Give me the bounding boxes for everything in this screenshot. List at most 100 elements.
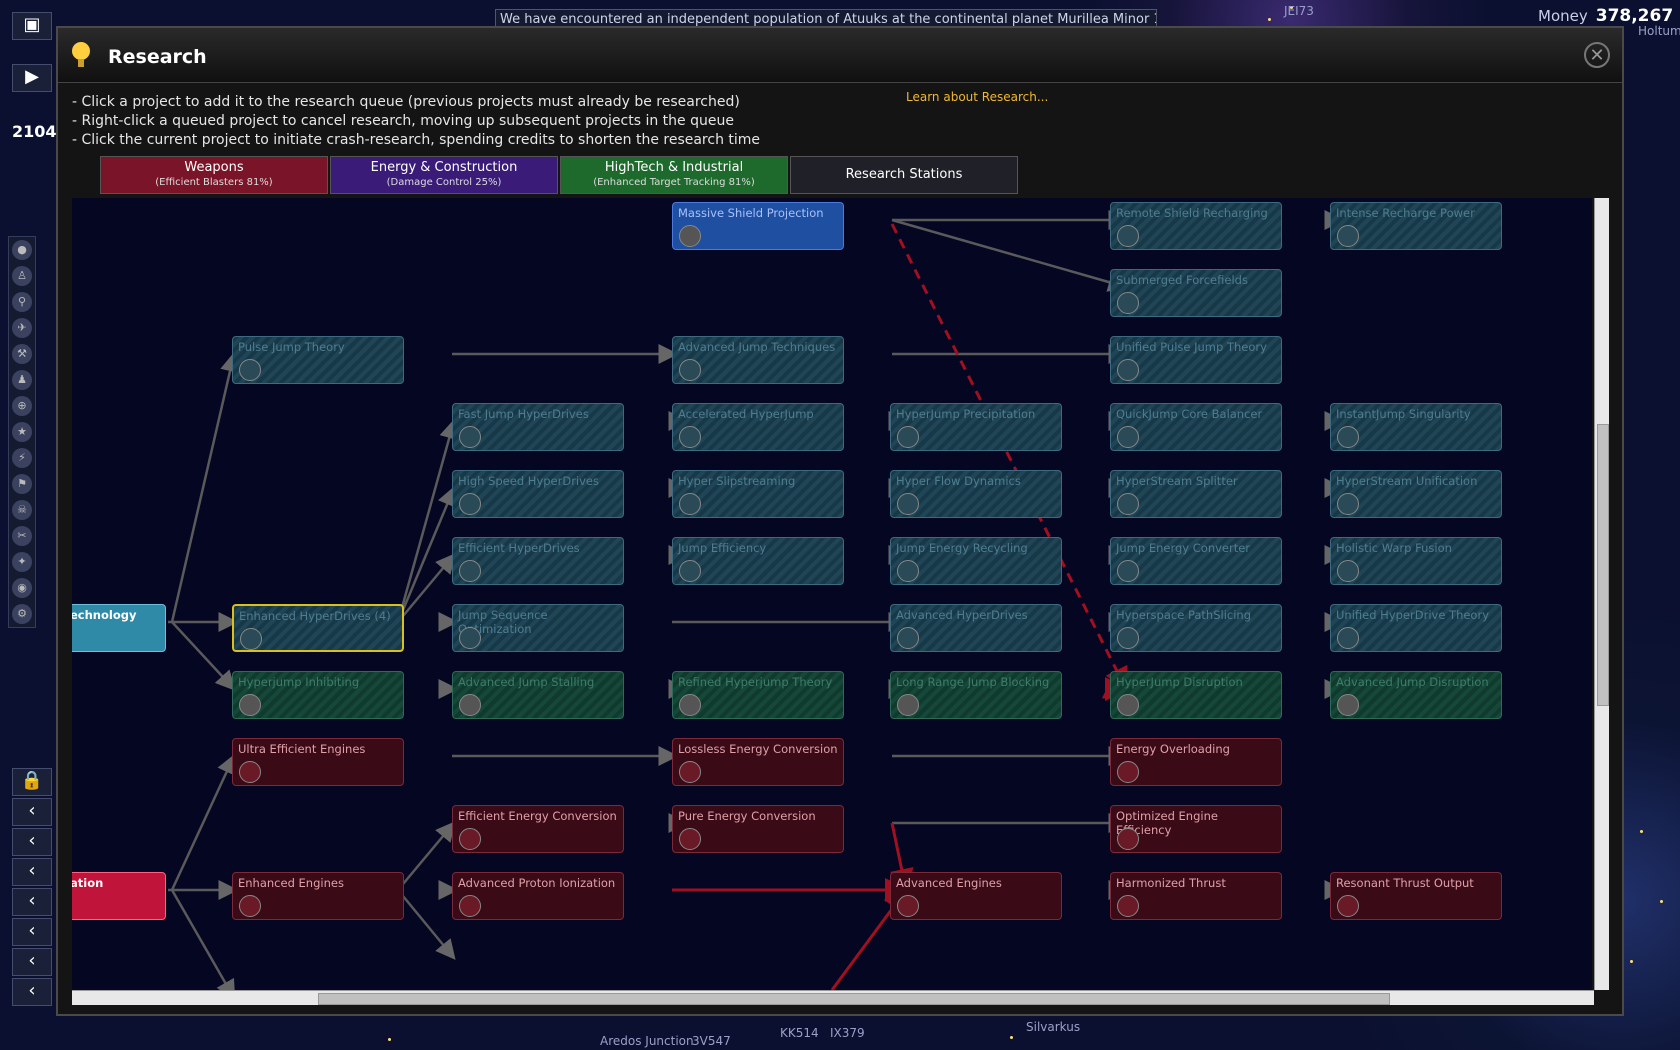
research-node[interactable]: Ultra Efficient Engines xyxy=(232,738,404,786)
research-node[interactable]: Hyperjump Inhibiting xyxy=(232,671,404,719)
close-button[interactable]: ✕ xyxy=(1584,42,1610,68)
collapse-button[interactable]: ‹ xyxy=(12,948,52,976)
research-node[interactable]: HyperStream Unification xyxy=(1330,470,1502,518)
research-node[interactable]: Efficient HyperDrives xyxy=(452,537,624,585)
instruction-line: - Click a project to add it to the resea… xyxy=(72,94,740,110)
research-node[interactable]: Advanced Engines xyxy=(890,872,1062,920)
research-node[interactable]: Hyper Flow Dynamics xyxy=(890,470,1062,518)
research-node[interactable]: QuickJump Core Balancer xyxy=(1110,403,1282,451)
research-node[interactable]: Enhanced HyperDrives (4) xyxy=(232,604,404,652)
research-node[interactable]: Intense Recharge Power xyxy=(1330,202,1502,250)
collapse-button[interactable]: ‹ xyxy=(12,858,52,886)
collapse-button[interactable]: ‹ xyxy=(12,798,52,826)
horizontal-scrollbar[interactable] xyxy=(72,990,1594,1005)
research-node[interactable]: High Speed HyperDrives xyxy=(452,470,624,518)
tech-icon xyxy=(239,761,261,783)
target-icon[interactable]: ⊕ xyxy=(12,396,32,416)
scroll-thumb[interactable] xyxy=(318,993,1390,1005)
research-node[interactable]: Remote Shield Recharging xyxy=(1110,202,1282,250)
play-button[interactable]: ▶ xyxy=(12,64,52,92)
research-node[interactable]: Efficient Energy Conversion xyxy=(452,805,624,853)
tech-icon xyxy=(1117,493,1139,515)
research-node[interactable]: Long Range Jump Blocking xyxy=(890,671,1062,719)
research-node-label: Intense Recharge Power xyxy=(1336,206,1475,220)
research-node[interactable]: Massive Shield Projection xyxy=(672,202,844,250)
tools-icon[interactable]: ✂ xyxy=(12,526,32,546)
research-node-label: HyperStream Unification xyxy=(1336,474,1478,488)
research-node[interactable]: Holistic Warp Fusion xyxy=(1330,537,1502,585)
system-label[interactable]: IX379 xyxy=(830,1026,865,1040)
collapse-button[interactable]: ‹ xyxy=(12,888,52,916)
research-node[interactable]: HyperJump Disruption xyxy=(1110,671,1282,719)
research-node[interactable]: Lossless Energy Conversion xyxy=(672,738,844,786)
research-node[interactable]: Resonant Thrust Output xyxy=(1330,872,1502,920)
star xyxy=(1660,900,1663,903)
system-label[interactable]: Aredos Junction xyxy=(600,1034,694,1048)
collapse-button[interactable]: ‹ xyxy=(12,978,52,1006)
tech-icon xyxy=(897,694,919,716)
eye-icon[interactable]: ◉ xyxy=(12,578,32,598)
planet-icon[interactable]: ● xyxy=(12,240,32,260)
research-node[interactable]: Advanced Jump Disruption xyxy=(1330,671,1502,719)
research-node[interactable]: Jump Sequence Optimization xyxy=(452,604,624,652)
research-node[interactable]: Advanced HyperDrives xyxy=(890,604,1062,652)
research-node[interactable]: Advanced Proton Ionization xyxy=(452,872,624,920)
tab-weapons[interactable]: Weapons (Efficient Blasters 81%) xyxy=(100,156,328,194)
lock-button[interactable]: 🔒 xyxy=(12,768,52,796)
collapse-button[interactable]: ‹ xyxy=(12,828,52,856)
research-node[interactable]: Harmonized Thrust xyxy=(1110,872,1282,920)
research-node[interactable]: ation xyxy=(72,872,166,920)
person-icon[interactable]: ♙ xyxy=(12,266,32,286)
research-node[interactable]: Jump Energy Recycling xyxy=(890,537,1062,585)
research-node[interactable]: Refined Hyperjump Theory xyxy=(672,671,844,719)
collapse-button[interactable]: ‹ xyxy=(12,918,52,946)
system-label[interactable]: 3V547 xyxy=(692,1034,731,1048)
research-node[interactable]: Accelerated HyperJump xyxy=(672,403,844,451)
research-node[interactable]: Pulse Jump Theory xyxy=(232,336,404,384)
research-node[interactable]: Advanced Jump Techniques xyxy=(672,336,844,384)
research-node[interactable]: Unified Pulse Jump Theory xyxy=(1110,336,1282,384)
research-node[interactable]: HyperStream Splitter xyxy=(1110,470,1282,518)
research-node[interactable]: InstantJump Singularity xyxy=(1330,403,1502,451)
research-node[interactable]: Enhanced Engines xyxy=(232,872,404,920)
research-node[interactable]: HyperJump Precipitation xyxy=(890,403,1062,451)
tab-energy-construction[interactable]: Energy & Construction (Damage Control 25… xyxy=(330,156,558,194)
tab-hightech-industrial[interactable]: HighTech & Industrial (Enhanced Target T… xyxy=(560,156,788,194)
research-node[interactable]: Advanced Jump Stalling xyxy=(452,671,624,719)
agent-icon[interactable]: ♟ xyxy=(12,370,32,390)
research-node[interactable]: Jump Energy Converter xyxy=(1110,537,1282,585)
system-label[interactable]: Silvarkus xyxy=(1026,1020,1080,1034)
research-node[interactable]: Unified HyperDrive Theory xyxy=(1330,604,1502,652)
research-node[interactable]: Jump Efficiency xyxy=(672,537,844,585)
research-node[interactable]: Hyper Slipstreaming xyxy=(672,470,844,518)
research-node[interactable]: Energy Overloading xyxy=(1110,738,1282,786)
wrench-icon[interactable]: ⚒ xyxy=(12,344,32,364)
research-node[interactable]: Hyperspace PathSlicing xyxy=(1110,604,1282,652)
research-node[interactable]: Submerged Forcefields xyxy=(1110,269,1282,317)
research-node[interactable]: echnology xyxy=(72,604,166,652)
gear-icon[interactable]: ⚙ xyxy=(12,604,32,624)
scroll-thumb[interactable] xyxy=(1597,424,1609,706)
tab-research-stations[interactable]: Research Stations xyxy=(790,156,1018,194)
system-label[interactable]: KK514 xyxy=(780,1026,819,1040)
research-node[interactable]: Fast Jump HyperDrives xyxy=(452,403,624,451)
lightning-icon[interactable]: ⚡ xyxy=(12,448,32,468)
tech-icon xyxy=(459,493,481,515)
star-icon[interactable]: ★ xyxy=(12,422,32,442)
research-node[interactable]: Optimized Engine Efficiency xyxy=(1110,805,1282,853)
research-window: Research ✕ - Click a project to add it t… xyxy=(56,26,1624,1016)
learn-research-link[interactable]: Learn about Research... xyxy=(906,90,1048,104)
system-label[interactable]: JEI73 xyxy=(1284,4,1314,18)
ship-icon[interactable]: ✈ xyxy=(12,318,32,338)
tech-icon xyxy=(1117,560,1139,582)
flag-icon[interactable]: ⚑ xyxy=(12,474,32,494)
main-menu-button[interactable]: ▣ xyxy=(12,12,52,40)
skull-icon[interactable]: ☠ xyxy=(12,500,32,520)
vertical-scrollbar[interactable] xyxy=(1594,198,1609,990)
bulb-icon[interactable]: ✦ xyxy=(12,552,32,572)
research-node[interactable]: Pure Energy Conversion xyxy=(672,805,844,853)
research-tree[interactable]: Massive Shield Projection Remote Shield R… xyxy=(72,198,1592,990)
pin-icon[interactable]: ⚲ xyxy=(12,292,32,312)
system-label[interactable]: Holtum xyxy=(1638,24,1680,38)
research-node-label: Ultra Efficient Engines xyxy=(238,742,366,756)
